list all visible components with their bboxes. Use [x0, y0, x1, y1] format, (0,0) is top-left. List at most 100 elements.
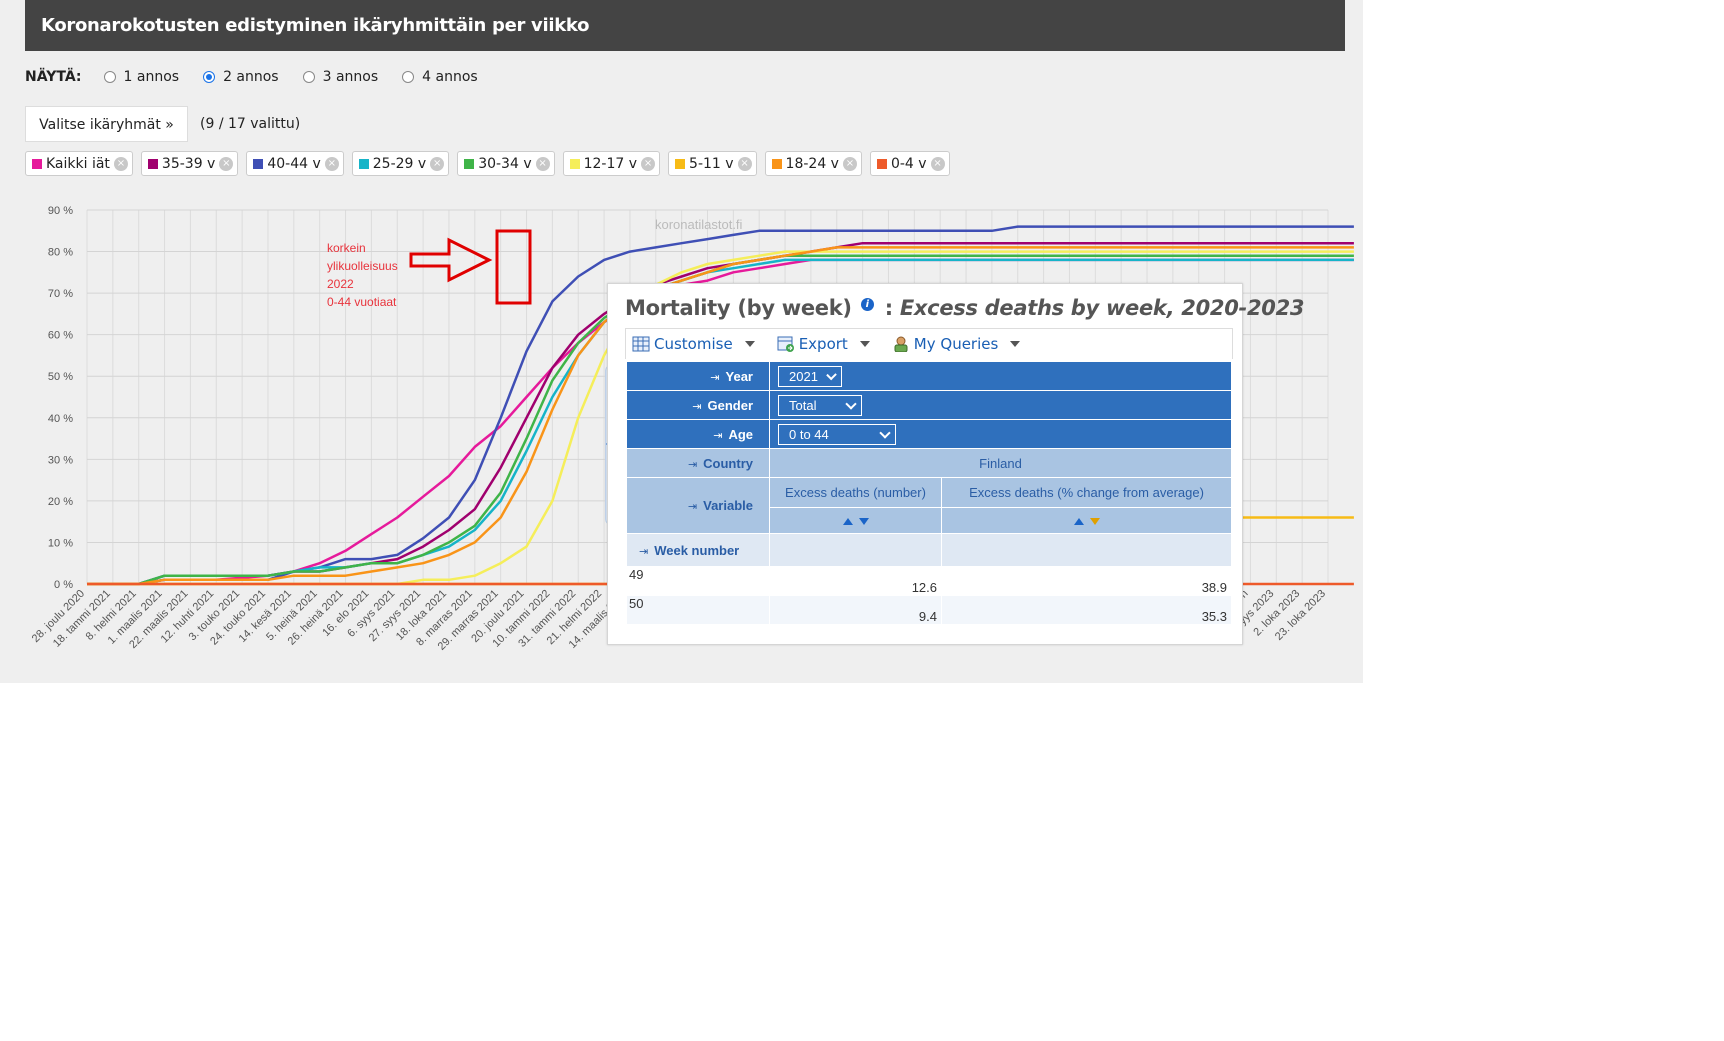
age-select[interactable]: 0 to 44	[778, 423, 896, 445]
y-tick-label: 10 %	[48, 537, 73, 549]
pin-icon[interactable]: ⇥	[688, 459, 697, 471]
data-table: ⇥ Year 2021 ⇥ Gender Total ⇥ Age 0 to 44 ⇥ C…	[626, 361, 1232, 625]
gender-select[interactable]: Total	[778, 394, 862, 416]
sort-desc-icon[interactable]	[858, 518, 869, 526]
y-tick-label: 0 %	[54, 579, 73, 591]
annotation-text: 2022	[327, 277, 354, 291]
remove-chip-icon[interactable]: ×	[430, 156, 445, 171]
radio-2-dose[interactable]: 2 annos	[203, 69, 279, 85]
info-icon[interactable]: i	[860, 298, 874, 311]
chevron-down-icon	[744, 341, 755, 347]
pin-icon[interactable]: ⇥	[713, 430, 722, 442]
chevron-down-icon	[879, 426, 891, 439]
radio-label: 1 annos	[123, 69, 180, 85]
remove-chip-icon[interactable]: ×	[737, 156, 752, 171]
radio-label: 3 annos	[322, 69, 379, 85]
pin-icon[interactable]: ⇥	[639, 546, 648, 558]
radio-3-dose[interactable]: 3 annos	[302, 69, 379, 85]
color-swatch	[253, 158, 264, 169]
chip-label: Kaikki iät	[46, 155, 110, 172]
page-title: Koronarokotusten edistyminen ikäryhmittä…	[25, 0, 1345, 51]
dose-selector: NÄYTÄ: 1 annos 2 annos 3 annos 4 annos	[25, 66, 502, 88]
panel-title: Mortality (by week) i : Excess deaths by…	[625, 296, 1305, 320]
radio-dot-selected[interactable]	[203, 71, 216, 83]
radio-dot[interactable]	[103, 71, 116, 83]
pin-icon[interactable]: ⇥	[692, 401, 701, 413]
country-header: ⇥ Country	[626, 448, 770, 478]
radio-label: 4 annos	[422, 69, 478, 85]
y-tick-label: 40 %	[48, 413, 73, 425]
annotation-text: 0-44 vuotiaat	[327, 295, 397, 309]
select-age-groups-button[interactable]: Valitse ikäryhmät »	[25, 106, 188, 142]
chip-label: 0-4 v	[890, 155, 927, 172]
variable-header: ⇥ Variable	[626, 477, 770, 534]
export-button[interactable]: Export	[777, 335, 870, 353]
radio-dot[interactable]	[302, 71, 315, 83]
remove-chip-icon[interactable]: ×	[324, 156, 339, 171]
age-chip[interactable]: 18-24 v ×	[764, 151, 862, 176]
color-swatch	[464, 158, 475, 169]
chip-label: 25-29 v	[372, 155, 427, 172]
remove-chip-icon[interactable]: ×	[641, 156, 656, 171]
chip-label: 18-24 v	[785, 155, 839, 172]
gender-header: ⇥ Gender	[626, 390, 770, 420]
pin-icon[interactable]: ⇥	[710, 372, 719, 384]
y-tick-label: 80 %	[48, 247, 73, 259]
week-cell: 49	[626, 566, 770, 596]
empty-cell	[941, 533, 1232, 567]
age-chip[interactable]: 5-11 v ×	[668, 151, 757, 176]
chip-label: 30-34 v	[478, 155, 532, 172]
year-filter-cell: 2021	[769, 361, 1232, 391]
age-group-chips: Kaikki iät × 35-39 v × 40-44 v × 25-29 v × 30-34…	[25, 151, 958, 176]
my-queries-button[interactable]: My Queries	[892, 335, 1021, 353]
chip-label: 40-44 v	[267, 155, 321, 172]
remove-chip-icon[interactable]: ×	[219, 156, 234, 171]
customise-button[interactable]: Customise	[632, 335, 755, 353]
excess-number-cell: 12.6	[769, 566, 942, 596]
sort-asc-icon[interactable]	[842, 518, 853, 526]
excess-number-cell: 9.4	[769, 595, 942, 625]
watermark-text: koronatilastot.fi	[655, 217, 743, 232]
panel-title-sub: Excess deaths by week, 2020-2023	[899, 296, 1305, 320]
pin-icon[interactable]: ⇥	[688, 501, 697, 513]
age-chip[interactable]: 12-17 v ×	[562, 151, 661, 176]
radio-label: 2 annos	[223, 69, 279, 85]
remove-chip-icon[interactable]: ×	[930, 156, 945, 171]
color-swatch	[32, 158, 42, 169]
remove-chip-icon[interactable]: ×	[113, 156, 128, 171]
radio-1-dose[interactable]: 1 annos	[103, 69, 180, 85]
age-chip[interactable]: Kaikki iät ×	[25, 151, 133, 176]
excess-percent-cell: 35.3	[941, 595, 1232, 625]
country-value: Finland	[769, 448, 1232, 478]
remove-chip-icon[interactable]: ×	[535, 156, 550, 171]
age-chip[interactable]: 35-39 v ×	[140, 151, 239, 176]
table-row: 49 12.6 38.9	[626, 566, 1232, 596]
sort-asc-icon[interactable]	[1073, 518, 1084, 526]
year-select[interactable]: 2021	[778, 365, 842, 387]
y-tick-label: 50 %	[48, 371, 73, 383]
year-header: ⇥ Year	[626, 361, 770, 391]
color-swatch	[771, 158, 782, 169]
export-label: Export	[798, 335, 848, 353]
color-swatch	[876, 158, 887, 169]
age-value: 0 to 44	[789, 426, 829, 442]
selected-count: (9 / 17 valittu)	[200, 116, 301, 132]
age-chip[interactable]: 30-34 v ×	[457, 151, 555, 176]
panel-title-separator: :	[884, 296, 893, 320]
age-chip[interactable]: 0-4 v ×	[869, 151, 950, 176]
chevron-down-icon	[826, 369, 837, 380]
chevron-down-icon	[845, 397, 857, 410]
customise-label: Customise	[654, 335, 733, 353]
radio-dot[interactable]	[402, 71, 415, 83]
color-swatch	[569, 158, 580, 169]
color-swatch	[358, 158, 369, 169]
radio-4-dose[interactable]: 4 annos	[402, 69, 478, 85]
age-chip[interactable]: 25-29 v ×	[351, 151, 450, 176]
age-chip[interactable]: 40-44 v ×	[246, 151, 344, 176]
chip-label: 35-39 v	[161, 155, 216, 172]
gender-label: Gender	[707, 397, 753, 413]
y-tick-label: 60 %	[48, 330, 73, 342]
sort-desc-icon[interactable]	[1089, 518, 1100, 526]
y-tick-label: 30 %	[48, 454, 73, 466]
remove-chip-icon[interactable]: ×	[842, 156, 857, 171]
